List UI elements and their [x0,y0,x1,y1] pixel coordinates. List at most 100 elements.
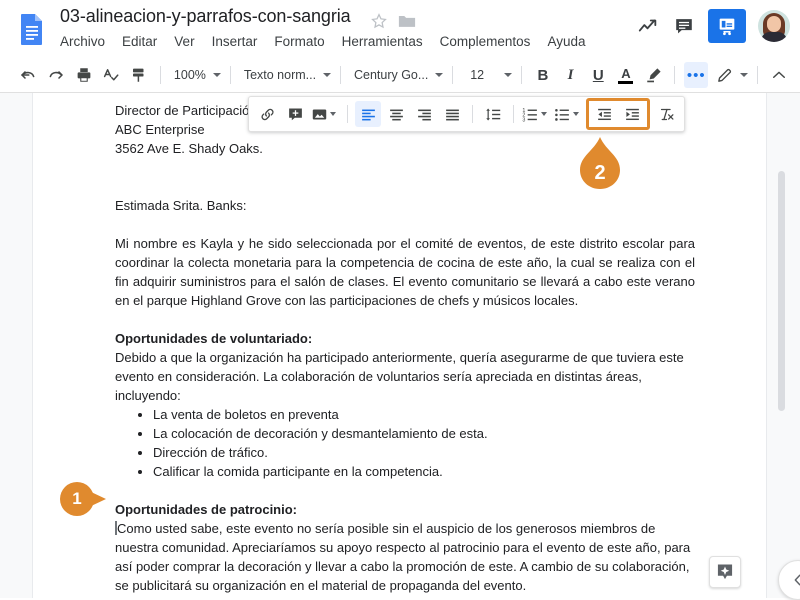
document-canvas: Director de Participación ABC Enterprise… [0,92,800,600]
avatar-face [767,16,781,32]
chevron-down-icon [541,112,547,116]
insert-link-button[interactable] [254,101,280,127]
main-toolbar: 100% Texto norm... Century Go... 12 B I … [0,58,800,92]
menu-bar: Archivo Editar Ver Insertar Formato Herr… [60,34,585,49]
menu-editar[interactable]: Editar [122,34,157,49]
floatbar-divider [347,105,348,123]
list-item: Dirección de tráfico. [153,443,695,462]
underline-label: U [592,66,604,84]
bulleted-list-button[interactable] [553,101,583,127]
font-value: Century Go... [353,68,429,82]
menu-formato[interactable]: Formato [274,34,324,49]
align-center-button[interactable] [383,101,409,127]
font-size-select[interactable]: 12 [460,62,514,88]
toolbar-divider [674,66,676,84]
menu-ver[interactable]: Ver [174,34,194,49]
align-right-button[interactable] [411,101,437,127]
callout-1-number: 1 [72,489,82,508]
menu-archivo[interactable]: Archivo [60,34,105,49]
font-family-select[interactable]: Century Go... [348,62,445,88]
move-to-folder-icon[interactable] [398,13,416,29]
insert-image-button[interactable] [310,101,340,127]
paragraph-style-select[interactable]: Texto norm... [238,62,333,88]
paragraph-intro: Mi nombre es Kayla y he sido seleccionad… [115,236,695,308]
paint-format-button[interactable] [127,62,151,88]
align-left-button[interactable] [355,101,381,127]
more-options-button[interactable]: ••• [684,62,709,88]
scrollbar-thumb[interactable] [778,171,785,411]
floatbar-divider [513,105,514,123]
editing-mode-select[interactable] [710,62,750,88]
toolbar-divider [229,66,231,84]
app-header: 03-alineacion-y-parrafos-con-sangria Arc… [0,0,800,58]
align-justify-button[interactable] [439,101,465,127]
chevron-down-icon [740,73,749,77]
line-spacing-button[interactable] [480,101,506,127]
menu-ayuda[interactable]: Ayuda [547,34,585,49]
document-page[interactable]: Director de Participación ABC Enterprise… [33,93,766,600]
docs-logo-icon[interactable] [14,11,50,47]
header-actions [636,9,790,43]
list-item: La venta de boletos en preventa [153,405,695,424]
chevron-down-icon [504,73,513,77]
comment-history-icon[interactable] [672,14,696,38]
chevron-down-icon [323,73,332,77]
chevron-left-icon [794,574,800,586]
canvas-left-gutter [0,93,33,600]
floatbar-divider [472,105,473,123]
text-color-swatch [618,80,634,84]
increase-indent-button[interactable] [619,101,645,127]
paragraph-patrocinio-text: Como usted sabe, este evento no sería po… [115,521,691,593]
salutation: Estimada Srita. Banks: [115,198,247,213]
text-color-label: A [621,65,631,81]
add-comment-button[interactable] [282,101,308,127]
indent-buttons-highlighted-group [586,98,650,130]
callout-2-number: 2 [594,162,606,184]
toolbar-divider [340,66,341,84]
collapse-toolbar-button[interactable] [767,62,791,88]
menu-insertar[interactable]: Insertar [212,34,258,49]
vertical-scrollbar[interactable] [778,93,793,600]
chevron-down-icon [330,112,336,116]
chevron-down-icon [435,73,444,77]
underline-button[interactable]: U [586,62,610,88]
callout-badge-2: 2 [576,133,624,193]
spellcheck-button[interactable] [100,62,124,88]
highlight-color-button[interactable] [642,62,666,88]
list-item: Calificar la comida participante en la c… [153,462,695,481]
bold-button[interactable]: B [531,62,555,88]
present-share-button[interactable] [708,9,746,43]
chevron-down-icon [573,112,579,116]
user-avatar[interactable] [758,10,790,42]
callout-badge-1: 1 [58,482,110,516]
menu-herramientas[interactable]: Herramientas [342,34,423,49]
toolbar-divider [160,66,161,84]
chevron-down-icon [212,73,221,77]
heading-patrocinio: Oportunidades de patrocinio: [115,502,298,517]
redo-button[interactable] [44,62,68,88]
clear-formatting-button[interactable] [653,101,679,127]
numbered-list-button[interactable]: 1 2 3 [521,101,551,127]
zoom-value: 100% [173,68,206,82]
star-outline-icon[interactable] [370,12,388,30]
undo-button[interactable] [17,62,41,88]
italic-button[interactable]: I [559,62,583,88]
floating-format-toolbar: 1 2 3 [248,96,685,132]
document-title[interactable]: 03-alineacion-y-parrafos-con-sangria [60,6,351,27]
google-docs-window: 03-alineacion-y-parrafos-con-sangria Arc… [0,0,800,600]
decrease-indent-button[interactable] [591,101,617,127]
zoom-select[interactable]: 100% [168,62,223,88]
activity-dashboard-icon[interactable] [636,14,660,38]
heading-voluntariado: Oportunidades de voluntariado: [115,331,313,346]
explore-button[interactable] [709,556,741,588]
style-value: Texto norm... [243,68,317,82]
menu-complementos[interactable]: Complementos [440,34,531,49]
text-color-button[interactable]: A [614,62,638,88]
font-size-value: 12 [470,68,485,82]
print-button[interactable] [72,62,96,88]
pencil-icon [718,68,732,82]
list-item: La colocación de decoración y desmantela… [153,424,695,443]
